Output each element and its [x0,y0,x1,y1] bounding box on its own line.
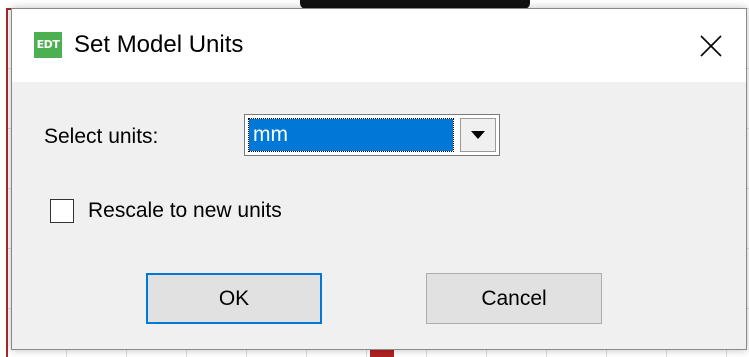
dialog-title: Set Model Units [74,31,244,58]
dropdown-arrow-button[interactable] [460,118,496,152]
close-button[interactable] [676,9,746,82]
close-icon [700,34,722,57]
background-red-edge [6,8,8,357]
ok-button[interactable]: OK [146,273,322,324]
units-selected-value[interactable]: mm [248,118,454,152]
set-model-units-dialog: EDT Set Model Units Select units: mm Res… [11,8,747,350]
chevron-down-icon [471,131,485,139]
rescale-checkbox[interactable] [50,199,74,223]
units-dropdown[interactable]: mm [244,114,500,156]
select-units-label: Select units: [44,125,159,148]
dialog-titlebar[interactable]: EDT Set Model Units [12,9,746,82]
rescale-checkbox-label[interactable]: Rescale to new units [88,199,282,223]
edt-app-icon: EDT [34,32,62,58]
background-red-marker [370,350,394,357]
cancel-button[interactable]: Cancel [426,273,602,324]
